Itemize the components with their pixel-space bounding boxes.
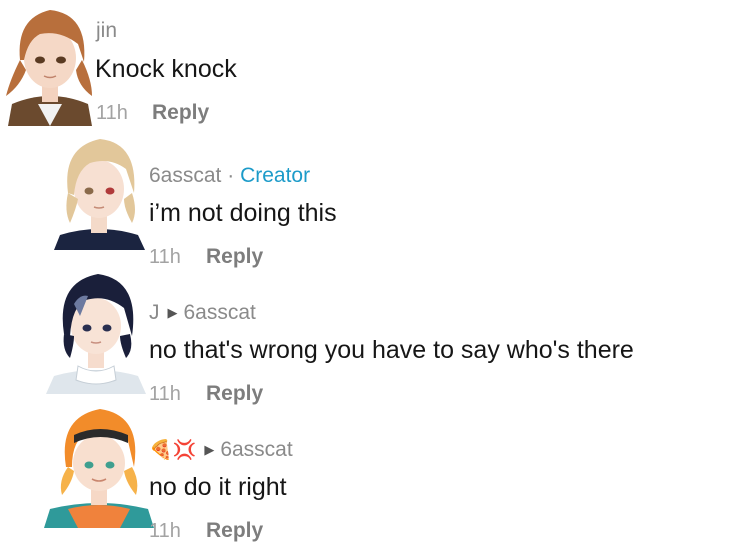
reply-button[interactable]: Reply bbox=[206, 519, 263, 543]
separator-dot: · bbox=[227, 164, 235, 187]
comment-text: no that's wrong you have to say who's th… bbox=[149, 336, 634, 364]
reply-to-username[interactable]: 6asscat bbox=[184, 301, 256, 324]
play-right-icon: ▶ bbox=[204, 442, 215, 457]
reply-to-username[interactable]: 6asscat bbox=[220, 438, 292, 461]
avatar[interactable] bbox=[0, 0, 100, 126]
avatar[interactable] bbox=[44, 401, 154, 528]
comment-timestamp: 11h bbox=[149, 520, 181, 542]
comment-username[interactable]: 🍕💢 ▶ 6asscat bbox=[149, 438, 293, 462]
reply-button[interactable]: Reply bbox=[206, 245, 263, 269]
reply-button[interactable]: Reply bbox=[152, 101, 209, 125]
comment-text: Knock knock bbox=[95, 55, 237, 83]
comment-username[interactable]: jin bbox=[96, 19, 117, 43]
username-emoji: 🍕💢 bbox=[149, 440, 197, 461]
comment-text: no do it right bbox=[149, 473, 287, 501]
comment-text: i’m not doing this bbox=[149, 199, 337, 227]
play-right-icon: ▶ bbox=[167, 305, 178, 320]
avatar[interactable] bbox=[44, 264, 148, 394]
comment-timestamp: 11h bbox=[96, 102, 128, 124]
comment-timestamp: 11h bbox=[149, 246, 181, 268]
avatar[interactable] bbox=[54, 127, 145, 250]
reply-button[interactable]: Reply bbox=[206, 382, 263, 406]
creator-badge: Creator bbox=[240, 164, 311, 187]
comment-username[interactable]: 6asscat · Creator bbox=[149, 164, 310, 188]
comment-username[interactable]: J ▶ 6asscat bbox=[149, 301, 256, 325]
